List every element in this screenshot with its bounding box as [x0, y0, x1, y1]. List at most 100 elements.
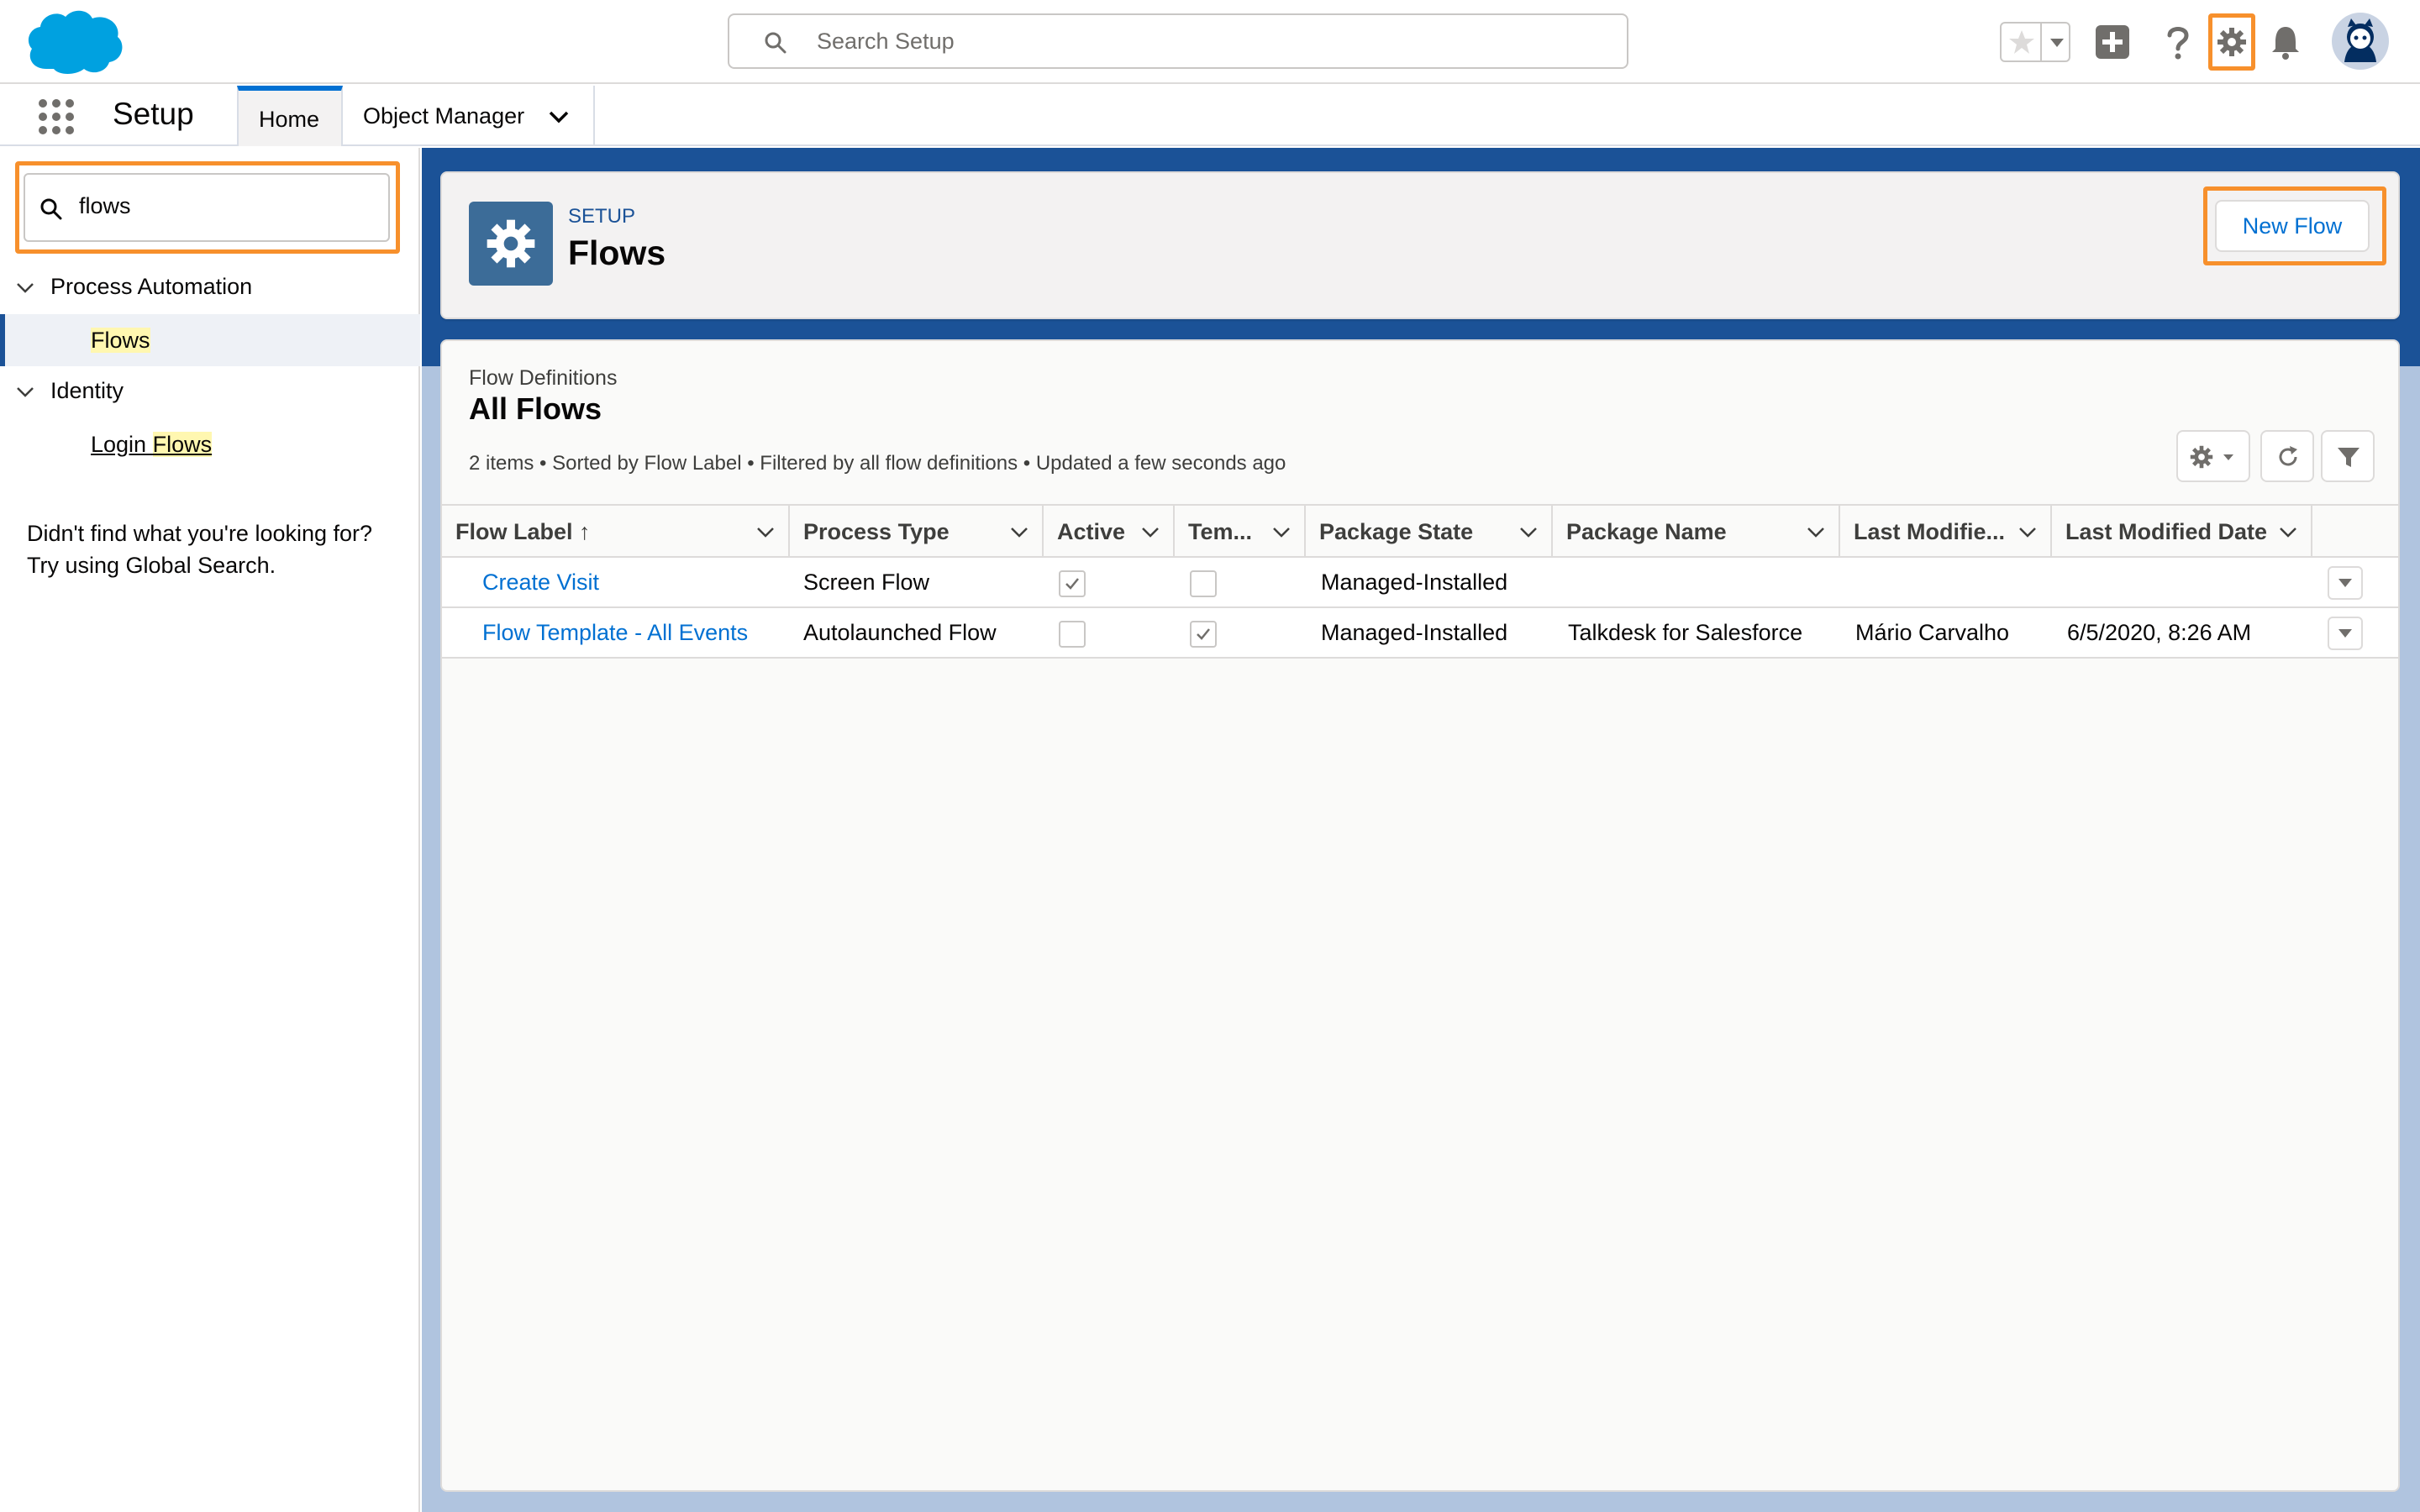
filter-icon — [2338, 448, 2360, 467]
table-row: Flow Template - All Events Autolaunched … — [442, 608, 2398, 659]
sidebar-hint: Didn't find what you're looking for? Try… — [27, 517, 405, 581]
favorites-star-icon[interactable] — [2007, 27, 2037, 57]
package-state-cell: Managed-Installed — [1321, 570, 1508, 595]
new-flow-button[interactable]: New Flow — [2215, 200, 2370, 252]
template-checkbox-unchecked — [1190, 570, 1217, 597]
column-header-text: Flow Label — [455, 519, 573, 544]
search-match-highlight: Flows — [91, 328, 150, 353]
flow-label-link[interactable]: Create Visit — [482, 570, 599, 596]
tree-leaf-flows[interactable]: Flows — [0, 314, 420, 366]
tab-object-manager-label: Object Manager — [363, 103, 525, 129]
list-view-settings-button[interactable] — [2176, 430, 2250, 482]
column-header-label: Package Name — [1566, 519, 1727, 544]
context-bar: Setup Home Object Manager — [0, 86, 2420, 146]
chevron-down-icon[interactable] — [2277, 521, 2299, 543]
tab-home[interactable]: Home — [237, 86, 343, 146]
table-header: Flow Label ↑ Process Type Active Tem... … — [442, 504, 2398, 558]
row-actions-button[interactable] — [2328, 566, 2363, 600]
chevron-down-icon[interactable] — [2017, 521, 2039, 543]
quick-find-input[interactable]: flows — [24, 173, 390, 242]
package-state-cell: Managed-Installed — [1321, 620, 1508, 645]
last-modified-date-cell: 6/5/2020, 8:26 AM — [2067, 620, 2252, 645]
chevron-down-icon[interactable] — [1008, 521, 1030, 543]
setup-gear-icon — [469, 202, 553, 286]
global-actions-plus-icon[interactable] — [2096, 25, 2129, 59]
tree-leaf-label: Login Flows — [91, 432, 213, 458]
sort-ascending-icon: ↑ — [579, 519, 591, 544]
row-actions-button[interactable] — [2328, 617, 2363, 650]
column-header-label: Flow Label ↑ — [455, 519, 591, 545]
column-header-template[interactable]: Tem... — [1175, 506, 1306, 556]
column-header-label: Process Type — [803, 519, 950, 544]
app-name: Setup — [113, 97, 194, 131]
tab-object-manager[interactable]: Object Manager — [345, 86, 595, 146]
hint-line: Try using Global Search. — [27, 553, 276, 578]
tree-node-label: Process Automation — [50, 274, 253, 299]
column-header-label: Package State — [1319, 519, 1474, 544]
global-header: Search Setup — [0, 0, 2420, 84]
divider — [2040, 24, 2042, 60]
process-type-cell: Screen Flow — [803, 570, 930, 595]
list-view-card: Flow Definitions All Flows 2 items • Sor… — [440, 339, 2400, 1492]
quick-find-value: flows — [79, 193, 131, 218]
column-header-active[interactable]: Active — [1044, 506, 1175, 556]
label-prefix: Login — [91, 432, 153, 457]
active-checkbox-checked — [1059, 570, 1086, 597]
column-header-package-name[interactable]: Package Name — [1553, 506, 1840, 556]
search-icon — [40, 198, 62, 220]
filter-button[interactable] — [2321, 430, 2375, 482]
list-view-subtitle: Flow Definitions — [469, 366, 618, 390]
column-header-process-type[interactable]: Process Type — [790, 506, 1044, 556]
column-header-flow-label[interactable]: Flow Label ↑ — [442, 506, 790, 556]
column-header-label: Last Modifie... — [1854, 519, 2006, 544]
column-header-label: Tem... — [1188, 519, 1253, 544]
column-header-last-modified-by[interactable]: Last Modifie... — [1840, 506, 2052, 556]
tree-node-identity[interactable]: Identity — [0, 366, 420, 418]
tree-node-process-automation[interactable]: Process Automation — [0, 262, 420, 314]
chevron-down-icon[interactable] — [1270, 521, 1292, 543]
favorites-caret-icon[interactable] — [2045, 27, 2069, 57]
caret-down-icon — [2338, 579, 2352, 587]
favorites-button-group[interactable] — [2000, 22, 2070, 62]
tree-leaf-login-flows[interactable]: Login Flows — [0, 418, 420, 470]
page-header: SETUP Flows — [440, 171, 2400, 319]
user-avatar[interactable] — [2331, 12, 2390, 71]
page-eyebrow: SETUP — [568, 205, 636, 228]
global-search-input[interactable]: Search Setup — [728, 13, 1628, 69]
search-placeholder: Search Setup — [817, 29, 955, 54]
package-name-cell: Talkdesk for Salesforce — [1568, 620, 1803, 645]
salesforce-cloud-logo[interactable] — [25, 8, 124, 76]
chevron-down-icon[interactable] — [1139, 521, 1161, 543]
process-type-cell: Autolaunched Flow — [803, 620, 997, 645]
table-row: Create Visit Screen Flow Managed-Install… — [442, 558, 2398, 608]
column-header-package-state[interactable]: Package State — [1306, 506, 1553, 556]
column-header-last-modified-date[interactable]: Last Modified Date — [2052, 506, 2312, 556]
refresh-button[interactable] — [2260, 430, 2314, 482]
checkmark-icon — [1065, 578, 1079, 590]
template-checkbox-checked — [1190, 621, 1217, 648]
flow-label-link[interactable]: Flow Template - All Events — [482, 620, 748, 646]
tab-home-label: Home — [259, 107, 320, 132]
active-checkbox-unchecked — [1059, 621, 1086, 648]
checkmark-icon — [1197, 628, 1210, 640]
setup-sidebar: flows Process Automation Flows Identity … — [0, 148, 420, 1512]
chevron-down-icon[interactable] — [755, 521, 776, 543]
chevron-down-icon[interactable] — [15, 277, 35, 297]
chevron-down-icon[interactable] — [546, 104, 571, 129]
chevron-down-icon[interactable] — [15, 381, 35, 402]
list-view-title: All Flows — [469, 391, 602, 426]
last-modified-by-cell: Mário Carvalho — [1855, 620, 2010, 645]
search-icon — [765, 32, 786, 54]
notifications-bell-icon[interactable] — [2269, 24, 2302, 60]
chevron-down-icon[interactable] — [1805, 521, 1827, 543]
help-icon[interactable] — [2161, 24, 2195, 60]
caret-down-icon — [2338, 629, 2352, 638]
setup-gear-icon[interactable] — [2217, 27, 2247, 57]
caret-down-icon — [2223, 454, 2233, 460]
app-launcher-icon[interactable] — [37, 97, 76, 136]
page-title: Flows — [568, 234, 666, 272]
hint-line: Didn't find what you're looking for? — [27, 521, 373, 546]
tree-leaf-label: Flows — [91, 328, 150, 354]
gear-icon — [2190, 445, 2213, 469]
chevron-down-icon[interactable] — [1518, 521, 1539, 543]
